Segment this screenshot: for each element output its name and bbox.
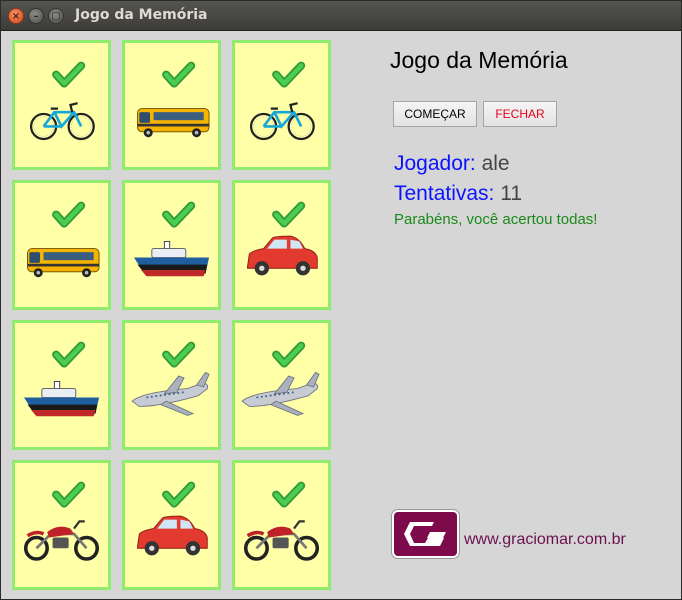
player-value: ale	[481, 152, 510, 175]
memory-card[interactable]	[12, 460, 111, 590]
status-message: Parabéns, você acertou todas!	[394, 211, 598, 228]
tries-value: 11	[500, 182, 523, 205]
check-icon	[272, 61, 306, 88]
start-button[interactable]: COMEÇAR	[393, 101, 477, 127]
player-line: Jogador: ale	[394, 152, 510, 176]
title-bar: × – □ Jogo da Memória	[1, 1, 681, 31]
check-icon	[162, 341, 196, 368]
memory-card[interactable]	[232, 180, 331, 310]
tries-label: Tentativas:	[394, 182, 495, 205]
check-icon	[52, 341, 86, 368]
window-minimize-button[interactable]: –	[28, 8, 44, 24]
window-title: Jogo da Memória	[75, 7, 208, 23]
check-icon	[272, 201, 306, 228]
window-close-button[interactable]: ×	[8, 8, 24, 24]
memory-card[interactable]	[12, 180, 111, 310]
player-label: Jogador:	[394, 152, 476, 175]
close-button[interactable]: FECHAR	[483, 101, 557, 127]
check-icon	[52, 61, 86, 88]
check-icon	[162, 61, 196, 88]
memory-card[interactable]	[122, 320, 221, 450]
check-icon	[52, 481, 86, 508]
check-icon	[272, 341, 306, 368]
memory-card[interactable]	[122, 180, 221, 310]
website-link[interactable]: www.graciomar.com.br	[464, 531, 626, 549]
check-icon	[162, 481, 196, 508]
check-icon	[272, 481, 306, 508]
memory-card[interactable]	[12, 320, 111, 450]
memory-card[interactable]	[122, 40, 221, 170]
check-icon	[52, 201, 86, 228]
memory-card[interactable]	[12, 40, 111, 170]
memory-card[interactable]	[122, 460, 221, 590]
memory-card[interactable]	[232, 40, 331, 170]
app-window: × – □ Jogo da Memória Jogo da Memória CO…	[0, 0, 682, 600]
tries-line: Tentativas: 11	[394, 182, 522, 206]
window-maximize-button[interactable]: □	[48, 8, 64, 24]
check-icon	[162, 201, 196, 228]
brand-logo	[392, 510, 459, 558]
memory-card[interactable]	[232, 320, 331, 450]
page-title: Jogo da Memória	[390, 47, 568, 73]
memory-card[interactable]	[232, 460, 331, 590]
